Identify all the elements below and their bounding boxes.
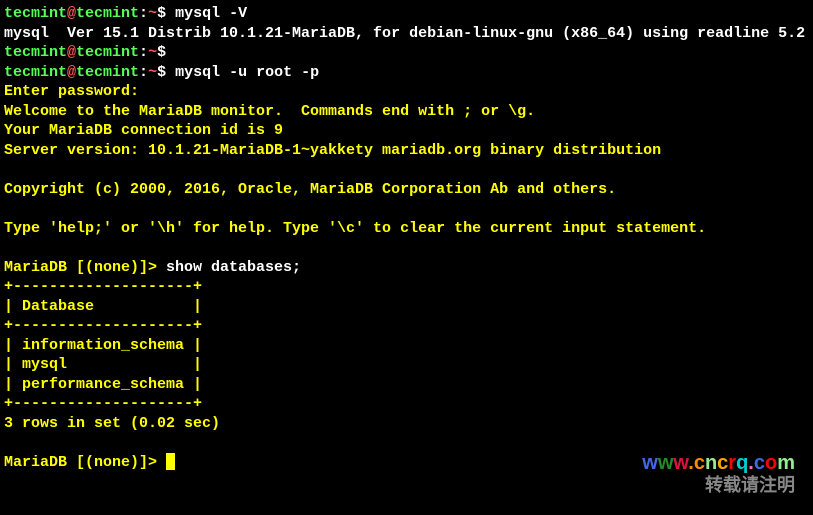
mariadb-prompt: MariaDB [(none)]> xyxy=(4,259,166,276)
prompt-colon: : xyxy=(139,5,148,22)
table-border-bottom: +--------------------+ xyxy=(4,395,202,412)
sql-query: show databases; xyxy=(166,259,301,276)
copyright: Copyright (c) 2000, 2016, Oracle, MariaD… xyxy=(4,181,616,198)
prompt-user-2: tecmint xyxy=(4,44,67,61)
table-border-mid: +--------------------+ xyxy=(4,317,202,334)
table-row: | information_schema | xyxy=(4,337,202,354)
table-row: | performance_schema | xyxy=(4,376,202,393)
prompt-at: @ xyxy=(67,5,76,22)
help-line: Type 'help;' or '\h' for help. Type '\c'… xyxy=(4,220,706,237)
welcome-line: Welcome to the MariaDB monitor. Commands… xyxy=(4,103,535,120)
prompt-host: tecmint xyxy=(76,5,139,22)
enter-password: Enter password: xyxy=(4,83,139,100)
table-row: | mysql | xyxy=(4,356,202,373)
server-version: Server version: 10.1.21-MariaDB-1~yakket… xyxy=(4,142,661,159)
table-border-top: +--------------------+ xyxy=(4,278,202,295)
command-3: mysql -u root -p xyxy=(175,64,319,81)
command-1: mysql -V xyxy=(175,5,247,22)
connection-id: Your MariaDB connection id is 9 xyxy=(4,122,283,139)
prompt-user: tecmint xyxy=(4,5,67,22)
prompt-symbol: $ xyxy=(157,5,175,22)
result-summary: 3 rows in set (0.02 sec) xyxy=(4,415,220,432)
table-header: | Database | xyxy=(4,298,202,315)
prompt-user-3: tecmint xyxy=(4,64,67,81)
cursor[interactable] xyxy=(166,453,175,470)
watermark-note: 转载请注明 xyxy=(642,475,795,497)
mariadb-prompt-2: MariaDB [(none)]> xyxy=(4,454,166,471)
prompt-path: ~ xyxy=(148,5,157,22)
terminal-output[interactable]: tecmint@tecmint:~$ mysql -V mysql Ver 15… xyxy=(4,4,809,472)
version-output: mysql Ver 15.1 Distrib 10.1.21-MariaDB, … xyxy=(4,25,805,42)
